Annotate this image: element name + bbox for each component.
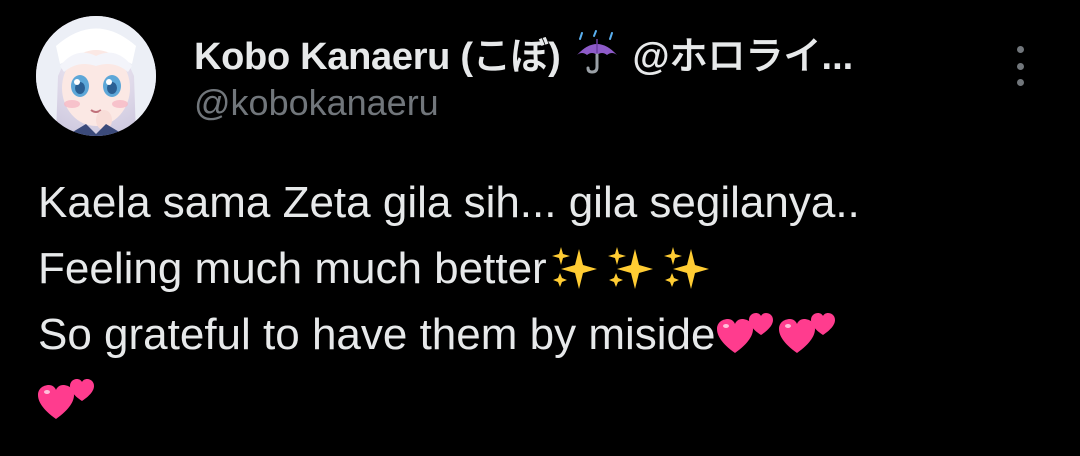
two-hearts-icon xyxy=(38,375,94,442)
two-hearts-icon xyxy=(779,309,836,376)
tweet-text-line-4 xyxy=(38,368,1058,434)
tweet-text-line-1: Kaela sama Zeta gila sih... gila segilan… xyxy=(38,170,1058,236)
author-display-name[interactable]: Kobo Kanaeru (こぼ) xyxy=(194,25,561,80)
author-name-row[interactable]: Kobo Kanaeru (こぼ) @ホロライ... xyxy=(194,26,994,78)
sparkles-icon xyxy=(549,244,599,310)
sparkles-icon xyxy=(605,244,655,310)
tweet-line-text: So grateful to have them by miside xyxy=(38,310,716,359)
tweet-card[interactable]: Kobo Kanaeru (こぼ) @ホロライ... @kobokanaeru xyxy=(0,0,1080,456)
tweet-line-text: Kaela sama Zeta gila sih... gila segilan… xyxy=(38,178,860,227)
avatar[interactable] xyxy=(36,16,156,136)
more-dot xyxy=(1016,62,1024,70)
author-name-suffix[interactable]: @ホロライ... xyxy=(632,25,853,80)
tweet-header: Kobo Kanaeru (こぼ) @ホロライ... @kobokanaeru xyxy=(194,26,994,126)
tweet-text: Kaela sama Zeta gila sih... gila segilan… xyxy=(38,170,1058,434)
author-handle[interactable]: @kobokanaeru xyxy=(194,80,994,126)
tweet-line-text: Feeling much much better xyxy=(38,244,547,293)
more-vertical-icon[interactable] xyxy=(1008,46,1032,86)
avatar-image xyxy=(36,16,156,136)
tweet-text-line-2: Feeling much much better xyxy=(38,236,1058,302)
umbrella-rain-icon xyxy=(574,29,620,75)
two-hearts-icon xyxy=(717,309,774,376)
more-dot xyxy=(1016,46,1024,53)
sparkles-icon xyxy=(661,244,711,310)
tweet-text-line-3: So grateful to have them by miside xyxy=(38,302,1058,368)
more-dot xyxy=(1016,79,1024,86)
